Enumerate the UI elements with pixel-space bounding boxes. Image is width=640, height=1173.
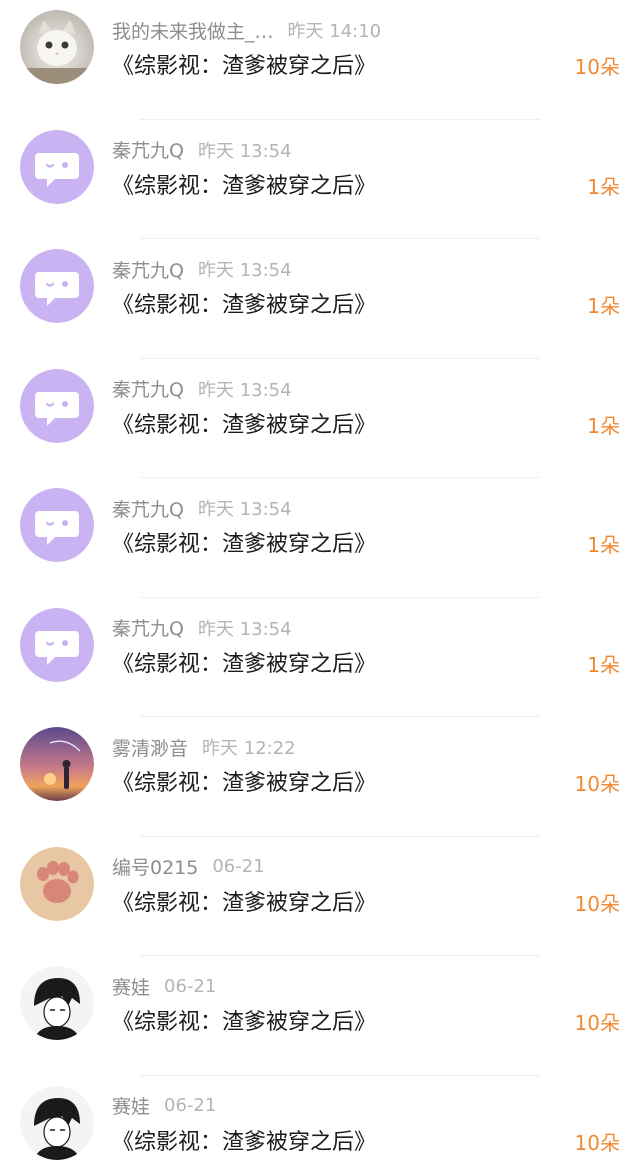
book-title[interactable]: 《综影视：渣爹被穿之后》 [112, 646, 376, 678]
book-title[interactable]: 《综影视：渣爹被穿之后》 [112, 407, 376, 439]
flower-count: 1朵 [587, 652, 620, 677]
user-name[interactable]: 秦芁九Q [112, 256, 184, 283]
flower-count: 10朵 [574, 772, 620, 796]
timestamp: 06-21 [164, 1095, 217, 1116]
cat-paw-avatar[interactable] [20, 846, 94, 921]
book-title[interactable]: 《综影视：渣爹被穿之后》 [112, 765, 376, 797]
book-title[interactable]: 《综影视：渣爹被穿之后》 [112, 1124, 376, 1156]
list-item[interactable]: 赛娃 06-21 《综影视：渣爹被穿之后》 10朵 [0, 956, 640, 1076]
flower-count: 10朵 [574, 55, 620, 79]
flower-count: 10朵 [574, 1130, 620, 1155]
item-meta: 雾清渺音 昨天 12:22 [112, 732, 296, 762]
timestamp: 昨天 13:54 [197, 618, 292, 640]
sunset-umbrella-avatar[interactable] [20, 727, 94, 801]
timestamp: 昨天 13:54 [197, 140, 292, 162]
flower-count: 10朵 [574, 891, 620, 916]
user-name[interactable]: 赛娃 [112, 1092, 150, 1119]
user-name[interactable]: 秦芁九Q [112, 495, 184, 522]
book-title[interactable]: 《综影视：渣爹被穿之后》 [112, 287, 376, 319]
list-item[interactable]: 秦芁九Q 昨天 13:54 《综影视：渣爹被穿之后》 1朵 [0, 120, 640, 239]
timestamp: 昨天 13:54 [197, 499, 292, 520]
timestamp: 昨天 12:22 [202, 738, 296, 759]
item-meta: 秦芁九Q 昨天 13:54 [112, 254, 292, 284]
list-item[interactable]: 赛娃 06-21 《综影视：渣爹被穿之后》 10朵 [0, 1076, 640, 1173]
user-name[interactable]: 秦芁九Q [112, 614, 184, 641]
list-item[interactable]: 秦芁九Q 昨天 13:54 《综影视：渣爹被穿之后》 1朵 [0, 478, 640, 598]
timestamp: 昨天 14:10 [287, 21, 382, 42]
timestamp: 06-21 [164, 975, 217, 997]
list-item[interactable]: 秦芁九Q 昨天 13:54 《综影视：渣爹被穿之后》 1朵 [0, 239, 640, 359]
user-name[interactable]: 秦芁九Q [112, 375, 184, 402]
user-name[interactable]: 雾清渺音 [112, 734, 188, 761]
book-title[interactable]: 《综影视：渣爹被穿之后》 [112, 168, 376, 200]
item-meta: 我的未来我做主_… 昨天 14:10 [112, 15, 381, 45]
manga-character-avatar[interactable] [20, 1085, 94, 1160]
flower-count: 1朵 [587, 413, 620, 438]
item-meta: 秦芁九Q 昨天 13:54 [112, 613, 292, 643]
list-item[interactable]: 编号0215 06-21 《综影视：渣爹被穿之后》 10朵 [0, 837, 640, 956]
list-item[interactable]: 秦芁九Q 昨天 13:54 《综影视：渣爹被穿之后》 1朵 [0, 598, 640, 717]
gift-record-list: 我的未来我做主_… 昨天 14:10 《综影视：渣爹被穿之后》 10朵 秦芁九Q… [0, 0, 640, 1173]
flower-count: 1朵 [587, 533, 620, 557]
user-name[interactable]: 秦芁九Q [112, 136, 184, 163]
user-name[interactable]: 我的未来我做主_… [112, 17, 274, 44]
flower-count: 10朵 [574, 1011, 620, 1035]
timestamp: 昨天 13:54 [197, 379, 292, 401]
item-meta: 秦芁九Q 昨天 13:54 [112, 374, 292, 404]
timestamp: 昨天 13:54 [197, 260, 292, 281]
default-chat-bubble-avatar[interactable] [20, 488, 94, 562]
book-title[interactable]: 《综影视：渣爹被穿之后》 [112, 526, 376, 558]
user-name[interactable]: 赛娃 [112, 973, 150, 1000]
item-meta: 赛娃 06-21 [112, 1091, 216, 1121]
cat-photo-avatar[interactable] [20, 10, 94, 84]
item-meta: 秦芁九Q 昨天 13:54 [112, 135, 292, 165]
flower-count: 1朵 [587, 294, 620, 318]
manga-character-avatar[interactable] [20, 966, 94, 1040]
flower-count: 1朵 [587, 174, 620, 199]
default-chat-bubble-avatar[interactable] [20, 368, 94, 443]
default-chat-bubble-avatar[interactable] [20, 607, 94, 682]
book-title[interactable]: 《综影视：渣爹被穿之后》 [112, 48, 376, 80]
book-title[interactable]: 《综影视：渣爹被穿之后》 [112, 1004, 376, 1036]
default-chat-bubble-avatar[interactable] [20, 129, 94, 204]
list-item[interactable]: 雾清渺音 昨天 12:22 《综影视：渣爹被穿之后》 10朵 [0, 717, 640, 837]
user-name[interactable]: 编号0215 [112, 853, 198, 880]
list-item[interactable]: 我的未来我做主_… 昨天 14:10 《综影视：渣爹被穿之后》 10朵 [0, 0, 640, 120]
list-item[interactable]: 秦芁九Q 昨天 13:54 《综影视：渣爹被穿之后》 1朵 [0, 359, 640, 478]
default-chat-bubble-avatar[interactable] [20, 249, 94, 323]
item-meta: 赛娃 06-21 [112, 971, 216, 1001]
item-meta: 编号0215 06-21 [112, 852, 265, 882]
timestamp: 06-21 [212, 856, 265, 877]
item-meta: 秦芁九Q 昨天 13:54 [112, 493, 292, 523]
book-title[interactable]: 《综影视：渣爹被穿之后》 [112, 885, 376, 917]
